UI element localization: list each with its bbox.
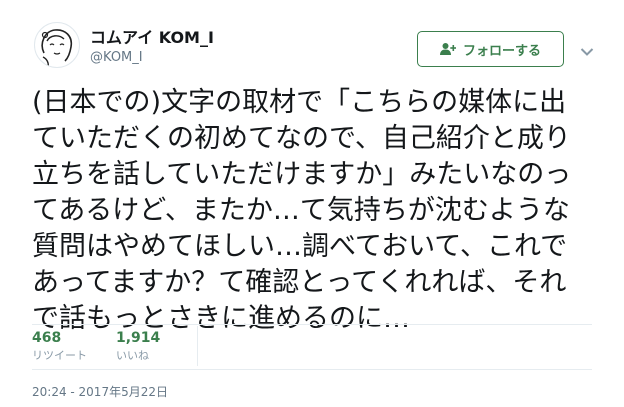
tweet-text-line: ていただくの初めてなので、自己紹介と成り: [32, 123, 571, 154]
tweet-text-line: 質問はやめてほしい…調べておいて、これで: [32, 231, 568, 262]
chevron-down-icon[interactable]: [580, 42, 594, 56]
stats-divider-top: [32, 324, 592, 325]
retweet-stat[interactable]: 468 リツイート: [32, 330, 87, 363]
avatar-line-drawing-icon: [41, 29, 73, 67]
display-name[interactable]: コムアイ KOM_I: [90, 24, 214, 48]
tweet-timestamp[interactable]: 20:24 - 2017年5月22日: [32, 383, 168, 400]
stats-divider-bottom: [32, 369, 592, 370]
like-count: 1,914: [116, 330, 161, 346]
retweet-count: 468: [32, 330, 62, 346]
tweet-text-line: (日本での)文字の取材で「こちらの媒体に出: [32, 87, 567, 118]
tweet-text-line: あってますか？て確認とってくれれば、それ: [32, 267, 567, 298]
avatar[interactable]: [34, 22, 80, 68]
stats-separator: [197, 326, 198, 366]
add-user-icon: [439, 42, 456, 56]
like-stat[interactable]: 1,914 いいね: [116, 330, 160, 363]
retweet-label: リツイート: [32, 349, 87, 362]
follow-button-label: フォローする: [462, 43, 541, 59]
tweet-text-line: てあるけど、またか…て気持ちが沈むような: [32, 195, 570, 226]
like-label: いいね: [116, 349, 149, 362]
follow-button[interactable]: フォローする: [417, 31, 564, 67]
tweet-text: (日本での)文字の取材で「こちらの媒体に出 ていただくの初めてなので、自己紹介と…: [32, 85, 607, 337]
user-handle[interactable]: @KOM_I: [90, 50, 143, 65]
tweet-text-line: 立ちを話していただけますか」みたいなのっ: [32, 159, 572, 190]
